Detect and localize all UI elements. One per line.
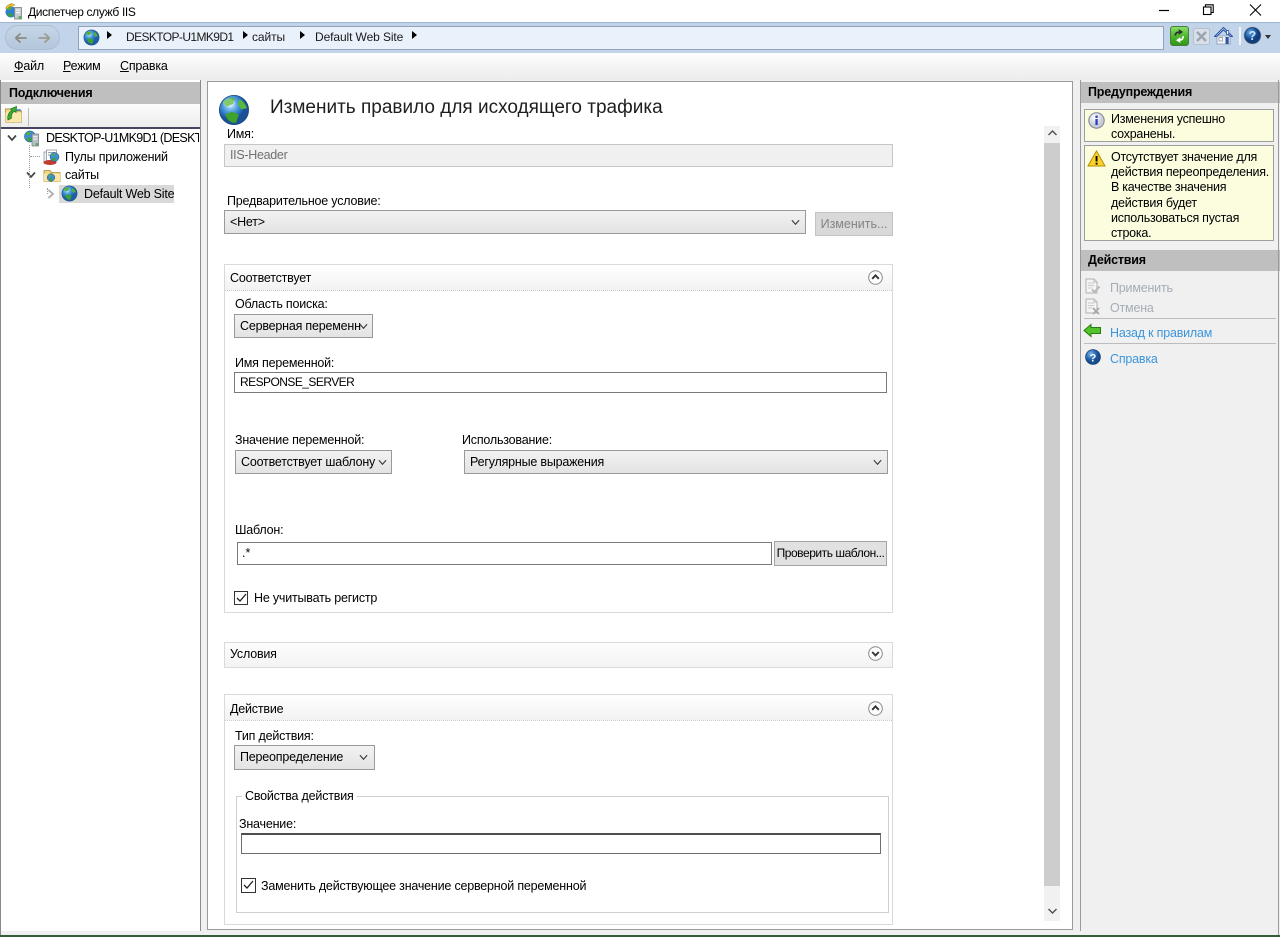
svg-text:?: ?: [1090, 352, 1097, 364]
svg-text:?: ?: [1249, 29, 1257, 43]
